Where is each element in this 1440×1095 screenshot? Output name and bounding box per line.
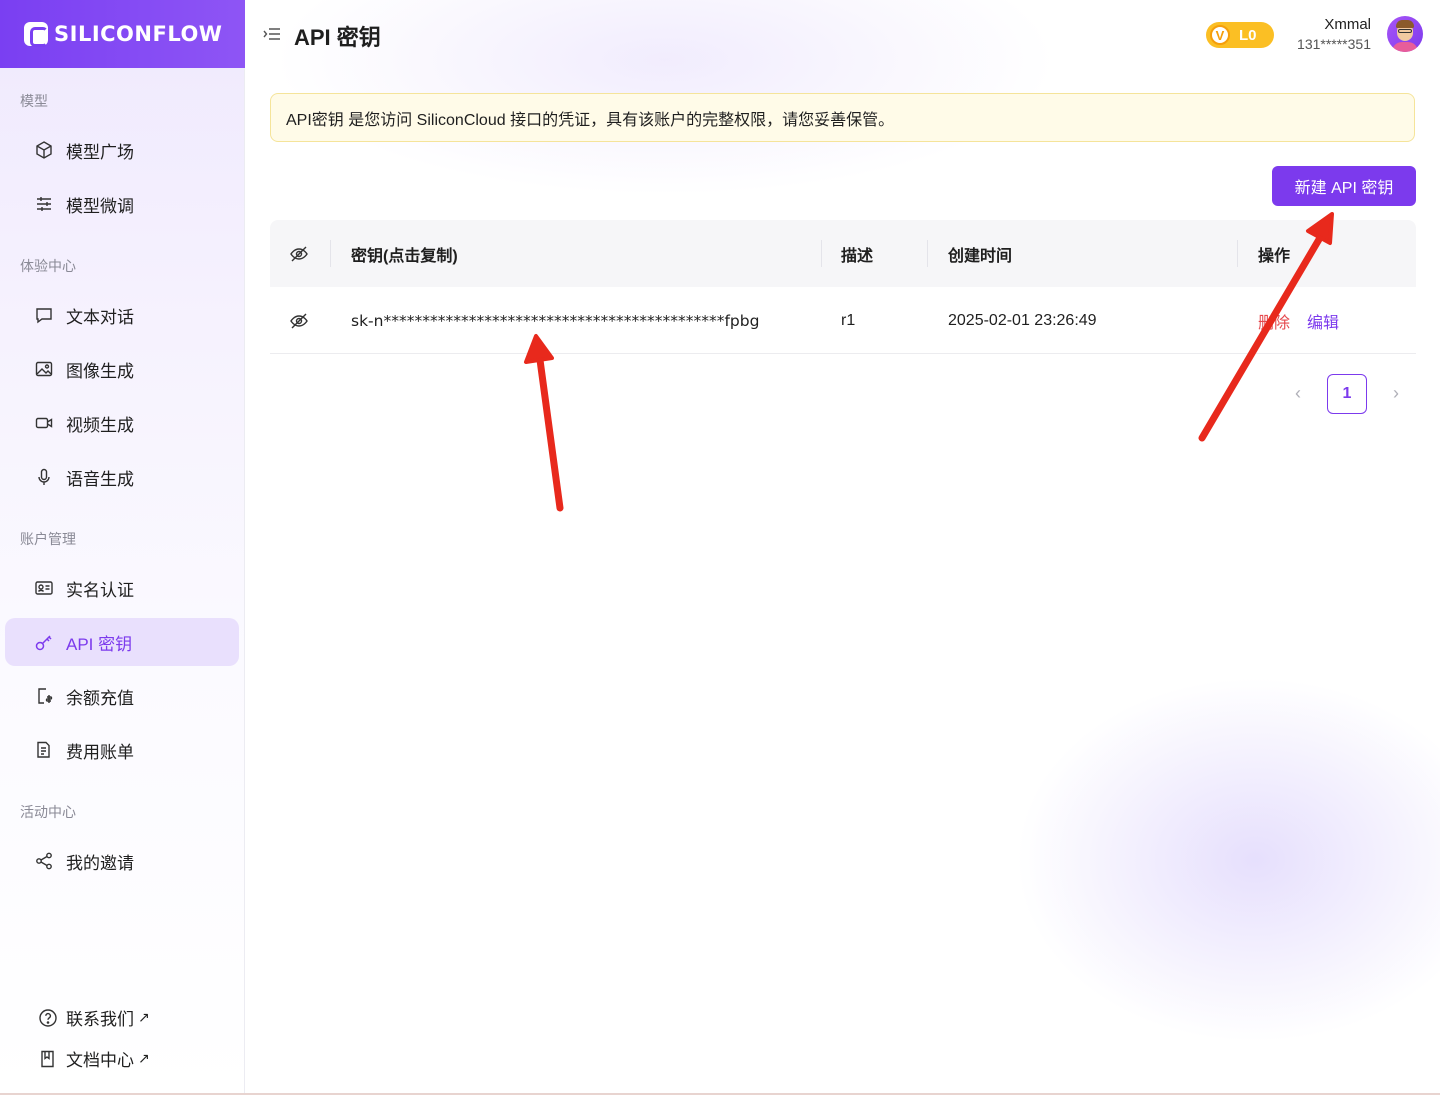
column-header-key: 密钥(点击复制) (351, 247, 458, 265)
sidebar-item-label: 文本对话 (66, 307, 134, 327)
contact-us-link[interactable]: 联系我们 ↗ (38, 1005, 150, 1030)
new-api-key-button[interactable]: 新建 API 密钥 (1272, 166, 1416, 206)
logo-bar[interactable]: SILICONFLOW (0, 0, 245, 68)
edit-key-button[interactable]: 编辑 (1307, 287, 1339, 354)
column-header-created: 创建时间 (948, 247, 1013, 265)
help-icon (38, 1008, 58, 1028)
video-icon (34, 413, 54, 433)
user-level-badge[interactable]: V L0 (1206, 22, 1274, 48)
user-name: Xmmal (1324, 16, 1371, 33)
key-icon (34, 632, 54, 652)
sidebar-item-label: 实名认证 (66, 580, 134, 600)
api-key-notice: API密钥 是您访问 SiliconCloud 接口的凭证，具有该账户的完整权限… (270, 93, 1415, 142)
microphone-icon (34, 467, 54, 487)
sidebar-item-model-square[interactable]: 模型广场 (5, 126, 239, 174)
docs-label: 文档中心 (66, 1051, 134, 1070)
sidebar-item-image-gen[interactable]: 图像生成 (5, 345, 239, 393)
table-row: sk-n************************************… (270, 287, 1416, 354)
section-title-account: 账户管理 (20, 531, 76, 547)
api-key-value[interactable]: sk-n************************************… (351, 287, 759, 354)
column-divider (1237, 240, 1238, 267)
wallet-icon (34, 686, 54, 706)
sidebar-item-verification[interactable]: 实名认证 (5, 564, 239, 612)
sidebar-item-label: 我的邀请 (66, 853, 134, 873)
book-icon (38, 1049, 58, 1069)
sidebar-item-invites[interactable]: 我的邀请 (5, 837, 239, 885)
user-phone: 131*****351 (1297, 36, 1371, 52)
bill-icon (34, 740, 54, 760)
sidebar-item-billing[interactable]: 费用账单 (5, 726, 239, 774)
sidebar-item-text-chat[interactable]: 文本对话 (5, 291, 239, 339)
sidebar-item-label: API 密钥 (66, 634, 133, 654)
avatar-shirt (1392, 42, 1418, 52)
column-header-actions: 操作 (1258, 247, 1291, 265)
sidebar-item-label: 视频生成 (66, 415, 134, 435)
avatar-hair (1396, 20, 1414, 28)
column-divider (821, 240, 822, 267)
sidebar-item-video-gen[interactable]: 视频生成 (5, 399, 239, 447)
vip-icon: V (1210, 25, 1230, 45)
share-icon (34, 851, 54, 871)
siliconflow-logo-icon (24, 22, 48, 47)
section-title-activity: 活动中心 (20, 804, 76, 820)
toggle-visibility-icon[interactable] (289, 287, 309, 354)
sidebar-item-label: 费用账单 (66, 742, 134, 762)
sidebar-item-label: 语音生成 (66, 469, 134, 489)
avatar-glasses (1398, 29, 1412, 33)
page-title: API 密钥 (294, 25, 381, 50)
external-link-icon: ↗ (138, 1009, 150, 1025)
sliders-icon (34, 194, 54, 214)
key-description: r1 (841, 311, 856, 329)
sidebar-item-label: 图像生成 (66, 361, 134, 381)
chat-icon (34, 305, 54, 325)
table-header: 密钥(点击复制) 描述 创建时间 操作 (270, 220, 1416, 287)
external-link-icon: ↗ (138, 1050, 150, 1066)
brand-name: SILICONFLOW (54, 22, 223, 46)
sidebar-item-model-finetune[interactable]: 模型微调 (5, 180, 239, 228)
sidebar-item-label: 模型微调 (66, 196, 134, 216)
column-header-description: 描述 (841, 247, 874, 265)
avatar[interactable] (1387, 16, 1423, 52)
image-icon (34, 359, 54, 379)
sidebar-item-recharge[interactable]: 余额充值 (5, 672, 239, 720)
annotation-arrow-key (524, 334, 564, 512)
delete-key-button[interactable]: 删除 (1258, 287, 1290, 354)
key-created-at: 2025-02-01 23:26:49 (948, 311, 1097, 329)
contact-us-label: 联系我们 (66, 1010, 134, 1029)
sidebar-item-label: 模型广场 (66, 142, 134, 162)
sidebar: SILICONFLOW 模型 模型广场 模型微调 体验中心 文本对话 图像生成 … (0, 0, 245, 1095)
sidebar-item-label: 余额充值 (66, 688, 134, 708)
sidebar-item-audio-gen[interactable]: 语音生成 (5, 453, 239, 501)
api-key-table: 密钥(点击复制) 描述 创建时间 操作 sk-n****************… (270, 220, 1416, 355)
menu-collapse-icon[interactable] (263, 26, 281, 42)
id-card-icon (34, 578, 54, 598)
column-divider (927, 240, 928, 267)
user-level: L0 (1239, 26, 1257, 44)
docs-link[interactable]: 文档中心 ↗ (38, 1046, 150, 1071)
section-title-models: 模型 (20, 93, 48, 109)
pagination-prev-icon[interactable]: ‹ (1288, 383, 1308, 403)
pagination-next-icon[interactable]: › (1386, 383, 1406, 403)
sidebar-item-api-keys[interactable]: API 密钥 (5, 618, 239, 666)
cube-icon (34, 140, 54, 160)
column-divider (330, 240, 331, 267)
annotation-arrows (524, 212, 1334, 512)
pagination-page-current[interactable]: 1 (1327, 374, 1367, 414)
section-title-playground: 体验中心 (20, 258, 76, 274)
notice-text: API密钥 是您访问 SiliconCloud 接口的凭证，具有该账户的完整权限… (286, 111, 895, 129)
main-content: API 密钥 V L0 Xmmal 131*****351 API密钥 是您访问… (245, 0, 1440, 1095)
toggle-visibility-all-icon[interactable] (289, 220, 309, 287)
